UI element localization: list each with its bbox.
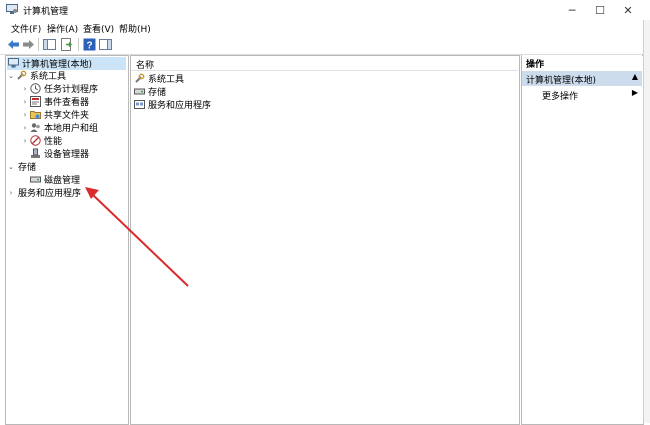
- annotation-arrow-line: [92, 194, 189, 287]
- annotation-arrow: [85, 187, 189, 287]
- computer-management-window: 计算机管理 ─ ☐ ✕ 文件(F) 操作(A) 查看(V) 帮助(H) ? 计算…: [0, 0, 650, 425]
- annotation-arrow-head: [85, 187, 99, 199]
